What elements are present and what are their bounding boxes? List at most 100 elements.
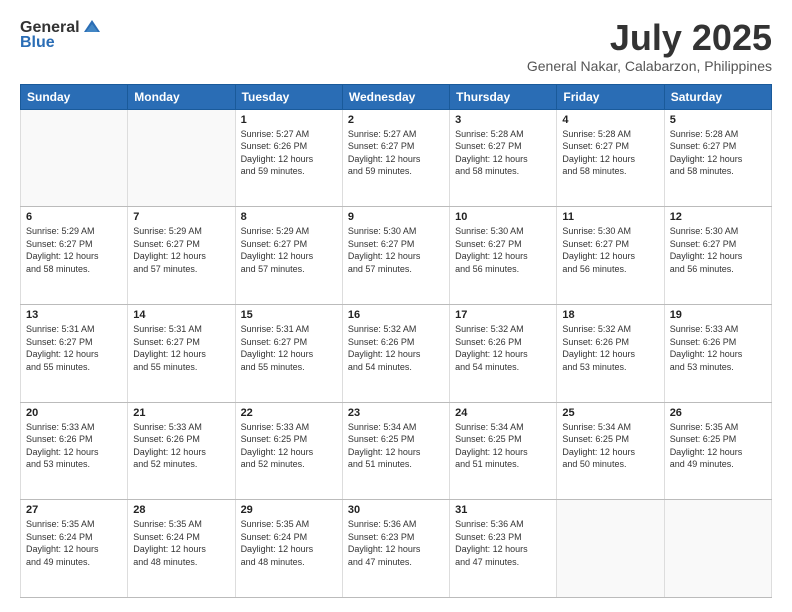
cell-info: Sunrise: 5:34 AM Sunset: 6:25 PM Dayligh… <box>455 421 551 471</box>
calendar-table: SundayMondayTuesdayWednesdayThursdayFrid… <box>20 84 772 598</box>
day-number: 23 <box>348 407 444 419</box>
day-number: 19 <box>670 309 766 321</box>
calendar-header-saturday: Saturday <box>664 84 771 109</box>
calendar-cell: 9 Sunrise: 5:30 AM Sunset: 6:27 PM Daylig… <box>342 207 449 305</box>
day-number: 8 <box>241 211 337 223</box>
cell-info: Sunrise: 5:31 AM Sunset: 6:27 PM Dayligh… <box>241 323 337 373</box>
cell-info: Sunrise: 5:30 AM Sunset: 6:27 PM Dayligh… <box>348 225 444 275</box>
day-number: 27 <box>26 504 122 516</box>
cell-info: Sunrise: 5:28 AM Sunset: 6:27 PM Dayligh… <box>670 128 766 178</box>
day-number: 4 <box>562 114 658 126</box>
cell-info: Sunrise: 5:27 AM Sunset: 6:27 PM Dayligh… <box>348 128 444 178</box>
calendar-cell: 5 Sunrise: 5:28 AM Sunset: 6:27 PM Daylig… <box>664 109 771 207</box>
calendar-cell: 10Sunrise: 5:30 AM Sunset: 6:27 PM Dayli… <box>450 207 557 305</box>
day-number: 21 <box>133 407 229 419</box>
cell-info: Sunrise: 5:31 AM Sunset: 6:27 PM Dayligh… <box>26 323 122 373</box>
cell-info: Sunrise: 5:33 AM Sunset: 6:26 PM Dayligh… <box>26 421 122 471</box>
cell-info: Sunrise: 5:36 AM Sunset: 6:23 PM Dayligh… <box>455 518 551 568</box>
day-number: 20 <box>26 407 122 419</box>
page: General Blue July 2025 General Nakar, Ca… <box>0 0 792 612</box>
calendar-cell: 14 Sunrise: 5:31 AM Sunset: 6:27 PM Dayli… <box>128 304 235 402</box>
logo-icon <box>82 18 102 38</box>
calendar-header-sunday: Sunday <box>21 84 128 109</box>
calendar-cell: 29 Sunrise: 5:35 AM Sunset: 6:24 PM Dayli… <box>235 500 342 598</box>
cell-info: Sunrise: 5:36 AM Sunset: 6:23 PM Dayligh… <box>348 518 444 568</box>
calendar-cell: 28Sunrise: 5:35 AM Sunset: 6:24 PM Dayli… <box>128 500 235 598</box>
calendar-cell: 15 Sunrise: 5:31 AM Sunset: 6:27 PM Dayli… <box>235 304 342 402</box>
calendar-header-friday: Friday <box>557 84 664 109</box>
cell-info: Sunrise: 5:33 AM Sunset: 6:25 PM Dayligh… <box>241 421 337 471</box>
day-number: 30 <box>348 504 444 516</box>
day-number: 6 <box>26 211 122 223</box>
calendar-cell <box>664 500 771 598</box>
cell-info: Sunrise: 5:31 AM Sunset: 6:27 PM Dayligh… <box>133 323 229 373</box>
calendar-cell: 19 Sunrise: 5:33 AM Sunset: 6:26 PM Dayli… <box>664 304 771 402</box>
day-number: 12 <box>670 211 766 223</box>
location-title: General Nakar, Calabarzon, Philippines <box>527 58 772 74</box>
calendar-header-thursday: Thursday <box>450 84 557 109</box>
day-number: 13 <box>26 309 122 321</box>
cell-info: Sunrise: 5:35 AM Sunset: 6:24 PM Dayligh… <box>241 518 337 568</box>
day-number: 18 <box>562 309 658 321</box>
calendar-cell <box>21 109 128 207</box>
day-number: 22 <box>241 407 337 419</box>
calendar-cell: 3Sunrise: 5:28 AM Sunset: 6:27 PM Daylig… <box>450 109 557 207</box>
calendar-cell: 27Sunrise: 5:35 AM Sunset: 6:24 PM Dayli… <box>21 500 128 598</box>
cell-info: Sunrise: 5:28 AM Sunset: 6:27 PM Dayligh… <box>562 128 658 178</box>
day-number: 16 <box>348 309 444 321</box>
day-number: 11 <box>562 211 658 223</box>
cell-info: Sunrise: 5:28 AM Sunset: 6:27 PM Dayligh… <box>455 128 551 178</box>
calendar-cell: 22 Sunrise: 5:33 AM Sunset: 6:25 PM Dayli… <box>235 402 342 500</box>
calendar-header-row: SundayMondayTuesdayWednesdayThursdayFrid… <box>21 84 772 109</box>
calendar-header-tuesday: Tuesday <box>235 84 342 109</box>
calendar-cell: 7Sunrise: 5:29 AM Sunset: 6:27 PM Daylig… <box>128 207 235 305</box>
calendar-cell: 12 Sunrise: 5:30 AM Sunset: 6:27 PM Dayli… <box>664 207 771 305</box>
calendar-cell: 6 Sunrise: 5:29 AM Sunset: 6:27 PM Daylig… <box>21 207 128 305</box>
day-number: 28 <box>133 504 229 516</box>
calendar-cell <box>128 109 235 207</box>
day-number: 15 <box>241 309 337 321</box>
cell-info: Sunrise: 5:32 AM Sunset: 6:26 PM Dayligh… <box>348 323 444 373</box>
day-number: 25 <box>562 407 658 419</box>
cell-info: Sunrise: 5:29 AM Sunset: 6:27 PM Dayligh… <box>26 225 122 275</box>
calendar-cell: 24Sunrise: 5:34 AM Sunset: 6:25 PM Dayli… <box>450 402 557 500</box>
day-number: 14 <box>133 309 229 321</box>
calendar-cell: 20 Sunrise: 5:33 AM Sunset: 6:26 PM Dayli… <box>21 402 128 500</box>
header: General Blue July 2025 General Nakar, Ca… <box>20 18 772 74</box>
calendar-cell: 1Sunrise: 5:27 AM Sunset: 6:26 PM Daylig… <box>235 109 342 207</box>
day-number: 29 <box>241 504 337 516</box>
cell-info: Sunrise: 5:29 AM Sunset: 6:27 PM Dayligh… <box>133 225 229 275</box>
day-number: 1 <box>241 114 337 126</box>
calendar-cell: 17Sunrise: 5:32 AM Sunset: 6:26 PM Dayli… <box>450 304 557 402</box>
calendar-cell: 2 Sunrise: 5:27 AM Sunset: 6:27 PM Daylig… <box>342 109 449 207</box>
week-row-3: 13 Sunrise: 5:31 AM Sunset: 6:27 PM Dayli… <box>21 304 772 402</box>
cell-info: Sunrise: 5:33 AM Sunset: 6:26 PM Dayligh… <box>133 421 229 471</box>
calendar-cell: 4 Sunrise: 5:28 AM Sunset: 6:27 PM Daylig… <box>557 109 664 207</box>
logo-blue: Blue <box>20 34 55 52</box>
month-title: July 2025 <box>527 18 772 58</box>
calendar-cell: 16 Sunrise: 5:32 AM Sunset: 6:26 PM Dayli… <box>342 304 449 402</box>
day-number: 10 <box>455 211 551 223</box>
calendar-cell: 26 Sunrise: 5:35 AM Sunset: 6:25 PM Dayli… <box>664 402 771 500</box>
day-number: 31 <box>455 504 551 516</box>
day-number: 17 <box>455 309 551 321</box>
day-number: 2 <box>348 114 444 126</box>
cell-info: Sunrise: 5:34 AM Sunset: 6:25 PM Dayligh… <box>562 421 658 471</box>
title-block: July 2025 General Nakar, Calabarzon, Phi… <box>527 18 772 74</box>
cell-info: Sunrise: 5:29 AM Sunset: 6:27 PM Dayligh… <box>241 225 337 275</box>
day-number: 26 <box>670 407 766 419</box>
cell-info: Sunrise: 5:30 AM Sunset: 6:27 PM Dayligh… <box>670 225 766 275</box>
logo: General Blue <box>20 18 102 52</box>
calendar-cell: 13 Sunrise: 5:31 AM Sunset: 6:27 PM Dayli… <box>21 304 128 402</box>
calendar-header-wednesday: Wednesday <box>342 84 449 109</box>
cell-info: Sunrise: 5:34 AM Sunset: 6:25 PM Dayligh… <box>348 421 444 471</box>
calendar-header-monday: Monday <box>128 84 235 109</box>
week-row-4: 20 Sunrise: 5:33 AM Sunset: 6:26 PM Dayli… <box>21 402 772 500</box>
cell-info: Sunrise: 5:33 AM Sunset: 6:26 PM Dayligh… <box>670 323 766 373</box>
day-number: 5 <box>670 114 766 126</box>
calendar-cell: 23 Sunrise: 5:34 AM Sunset: 6:25 PM Dayli… <box>342 402 449 500</box>
cell-info: Sunrise: 5:35 AM Sunset: 6:25 PM Dayligh… <box>670 421 766 471</box>
calendar-cell: 21 Sunrise: 5:33 AM Sunset: 6:26 PM Dayli… <box>128 402 235 500</box>
calendar-cell: 31 Sunrise: 5:36 AM Sunset: 6:23 PM Dayli… <box>450 500 557 598</box>
day-number: 9 <box>348 211 444 223</box>
